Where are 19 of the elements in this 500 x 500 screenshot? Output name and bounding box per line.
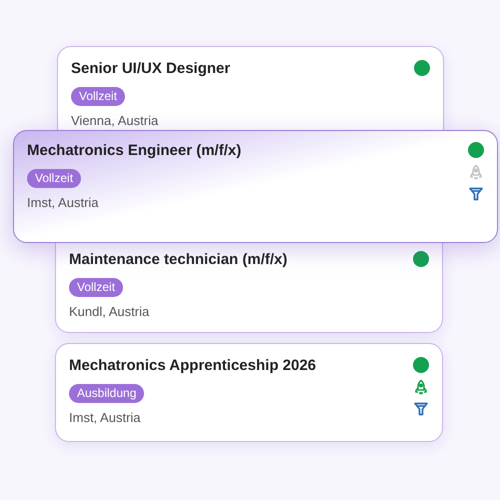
filter-icon[interactable]	[413, 401, 429, 417]
job-title: Maintenance technician (m/f/x)	[69, 250, 288, 270]
job-title: Mechatronics Apprenticeship 2026	[69, 356, 316, 376]
job-card[interactable]: Mechatronics Apprenticeship 2026 Ausbildung Imst, Austria	[55, 343, 443, 442]
job-title: Mechatronics Engineer (m/f/x)	[27, 141, 242, 161]
job-location: Imst, Austria	[69, 409, 141, 427]
rocket-icon[interactable]	[413, 379, 429, 395]
employment-type-tag: Vollzeit	[71, 87, 126, 106]
employment-type-tag: Ausbildung	[69, 384, 144, 403]
filter-icon[interactable]	[468, 186, 484, 202]
job-title: Senior UI/UX Designer	[71, 59, 230, 79]
job-card[interactable]: Mechatronics Engineer (m/f/x) Vollzeit Imst, Austria	[13, 130, 498, 243]
job-card[interactable]: Senior UI/UX Designer Vollzeit Vienna, Austria	[57, 46, 444, 130]
job-location: Kundl, Austria	[69, 303, 150, 321]
job-location: Vienna, Austria	[71, 112, 158, 130]
employment-type-tag: Vollzeit	[69, 278, 124, 297]
job-location: Imst, Austria	[27, 194, 99, 212]
job-card[interactable]: Maintenance technician (m/f/x) Vollzeit Kundl, Austria	[55, 243, 443, 333]
employment-type-tag: Vollzeit	[27, 169, 82, 188]
